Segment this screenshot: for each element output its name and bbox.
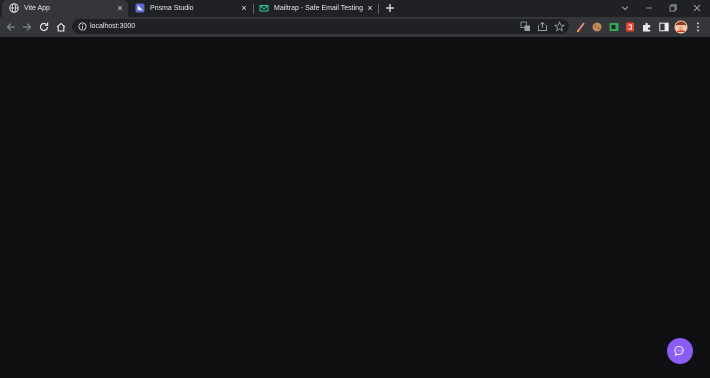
tab-mailtrap[interactable]: Mailtrap - Safe Email Testing × xyxy=(252,0,378,17)
tab-close-button[interactable]: × xyxy=(365,3,375,13)
profile-avatar[interactable] xyxy=(674,20,688,34)
share-icon[interactable] xyxy=(537,21,548,32)
address-bar[interactable] xyxy=(72,19,569,34)
close-window-icon[interactable] xyxy=(691,2,703,14)
translate-icon[interactable] xyxy=(520,21,531,32)
menu-icon[interactable] xyxy=(692,21,704,33)
browser-window: Vite App × Prisma Studio × Mailtrap - Sa… xyxy=(0,0,710,378)
extension-cookie-icon[interactable] xyxy=(591,21,603,33)
tab-prisma-studio[interactable]: Prisma Studio × xyxy=(128,0,252,17)
tab-search-chevron-icon[interactable] xyxy=(619,2,631,14)
back-icon[interactable] xyxy=(5,21,17,33)
chat-bubble-icon xyxy=(674,346,684,357)
extension-green-icon[interactable] xyxy=(608,21,620,33)
tab-strip: Vite App × Prisma Studio × Mailtrap - Sa… xyxy=(0,0,710,17)
extension-pen-icon[interactable] xyxy=(575,21,587,33)
url-input[interactable] xyxy=(90,22,490,31)
globe-icon xyxy=(9,3,19,13)
tab-title: Mailtrap - Safe Email Testing xyxy=(274,5,363,12)
tab-close-button[interactable]: × xyxy=(115,3,125,13)
minimize-icon[interactable] xyxy=(643,2,655,14)
browser-toolbar xyxy=(0,17,710,37)
bookmark-star-icon[interactable] xyxy=(554,21,565,32)
tab-vite-app[interactable]: Vite App × xyxy=(2,0,128,17)
mailtrap-icon xyxy=(259,5,269,12)
tab-title: Prisma Studio xyxy=(150,5,194,12)
extension-red-icon[interactable] xyxy=(624,21,636,33)
tab-close-button[interactable]: × xyxy=(239,3,249,13)
page-viewport xyxy=(0,37,710,378)
side-panel-icon[interactable] xyxy=(658,21,670,33)
home-icon[interactable] xyxy=(55,21,67,33)
extensions-puzzle-icon[interactable] xyxy=(641,21,653,33)
forward-icon[interactable] xyxy=(21,21,33,33)
tab-separator xyxy=(378,4,379,14)
restore-icon[interactable] xyxy=(667,2,679,14)
new-tab-button[interactable] xyxy=(384,2,396,14)
chat-button[interactable] xyxy=(667,338,693,364)
tab-title: Vite App xyxy=(24,5,50,12)
prisma-icon xyxy=(135,3,145,13)
reload-icon[interactable] xyxy=(38,21,50,33)
info-icon[interactable] xyxy=(78,22,87,31)
